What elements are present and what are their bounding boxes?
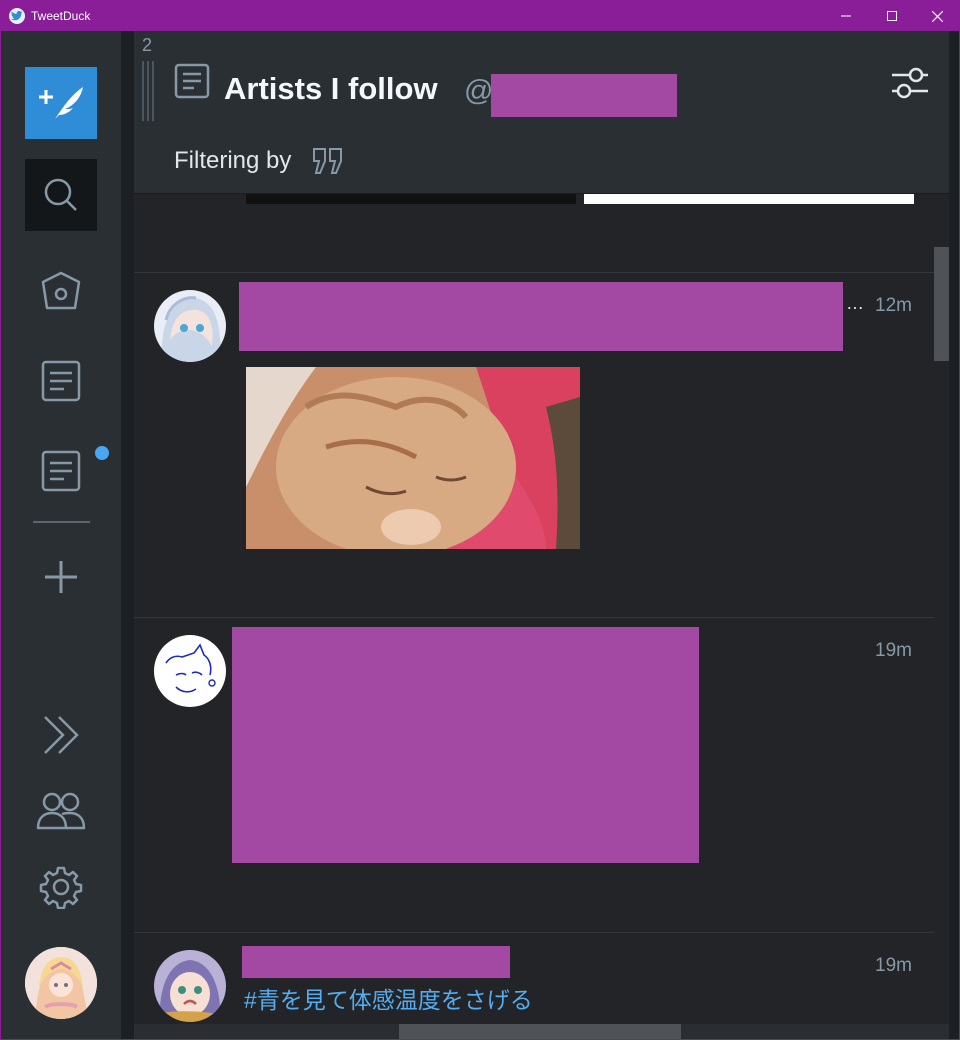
avatar [25, 947, 97, 1019]
window-edge [949, 31, 959, 1039]
column-gap [121, 31, 134, 1039]
tweet-text-redacted [239, 282, 843, 351]
quote-icon [313, 148, 342, 174]
expand-sidebar-button[interactable] [25, 705, 97, 765]
tweet-column: 2 Artists I follow @ Filtering by … 12m … [134, 31, 949, 1024]
list-column-1-button[interactable] [25, 351, 97, 411]
tweet-timestamp[interactable]: 19m [875, 640, 912, 662]
column-number: 2 [142, 35, 153, 55]
user-avatar[interactable] [154, 950, 226, 1022]
list-column-2-button[interactable] [25, 441, 97, 501]
account-prefix: @ [464, 75, 494, 107]
chevron-double-right-icon [44, 716, 79, 754]
title-bar: TweetDuck [1, 1, 959, 31]
search-button[interactable] [25, 159, 97, 231]
unread-indicator [95, 446, 109, 460]
app-window: TweetDuck 2 Artists I follow @ Filtering… [0, 0, 960, 1040]
previous-tweet-media[interactable] [584, 193, 914, 204]
tweet-timestamp[interactable]: 12m [875, 295, 912, 317]
profile-avatar[interactable] [25, 947, 97, 1019]
tweet-separator [134, 272, 934, 273]
compose-feather-icon [39, 87, 83, 119]
window-title: TweetDuck [31, 9, 91, 23]
maximize-button[interactable] [869, 1, 915, 31]
column-settings-icon[interactable] [890, 65, 930, 101]
app-logo-icon [9, 8, 25, 24]
hashtag-link[interactable]: #青を見て体感温度をさげる [244, 981, 533, 1015]
home-icon [41, 271, 81, 310]
tweet-separator [134, 617, 934, 618]
filter-label: Filtering by [174, 147, 292, 174]
tweet-text-redacted [242, 946, 510, 978]
search-icon [44, 178, 77, 211]
tweet-media-image[interactable] [246, 367, 580, 549]
user-avatar[interactable] [154, 635, 226, 707]
column-title: Artists I follow [224, 71, 438, 106]
navigation-sidebar [1, 31, 121, 1039]
horizontal-scrollbar[interactable] [134, 1024, 949, 1039]
add-column-button[interactable] [25, 547, 97, 607]
account-name-redacted [491, 74, 677, 117]
close-button[interactable] [914, 1, 959, 31]
accounts-button[interactable] [25, 781, 97, 841]
user-avatar[interactable] [154, 290, 226, 362]
compose-button[interactable] [25, 67, 97, 139]
settings-button[interactable] [25, 857, 97, 917]
list-icon [41, 450, 81, 492]
accounts-icon [36, 792, 86, 830]
tweet-text-redacted [232, 627, 699, 863]
tweet-separator [134, 932, 934, 933]
plus-icon [45, 561, 77, 593]
horizontal-scroll-thumb[interactable] [399, 1024, 681, 1039]
home-button[interactable] [25, 261, 97, 321]
tweet-timestamp[interactable]: 19m [875, 955, 912, 977]
column-header: 2 Artists I follow @ Filtering by [134, 31, 949, 194]
previous-tweet-media[interactable] [246, 193, 576, 204]
list-icon [174, 63, 210, 99]
list-icon [41, 360, 81, 402]
minimize-button[interactable] [823, 1, 869, 31]
vertical-scrollbar[interactable] [934, 193, 949, 1024]
gear-icon [39, 866, 83, 909]
vertical-scroll-thumb[interactable] [934, 247, 949, 361]
sidebar-divider [33, 521, 90, 523]
drag-handle[interactable] [142, 61, 154, 121]
truncated-ellipsis: … [846, 293, 864, 313]
